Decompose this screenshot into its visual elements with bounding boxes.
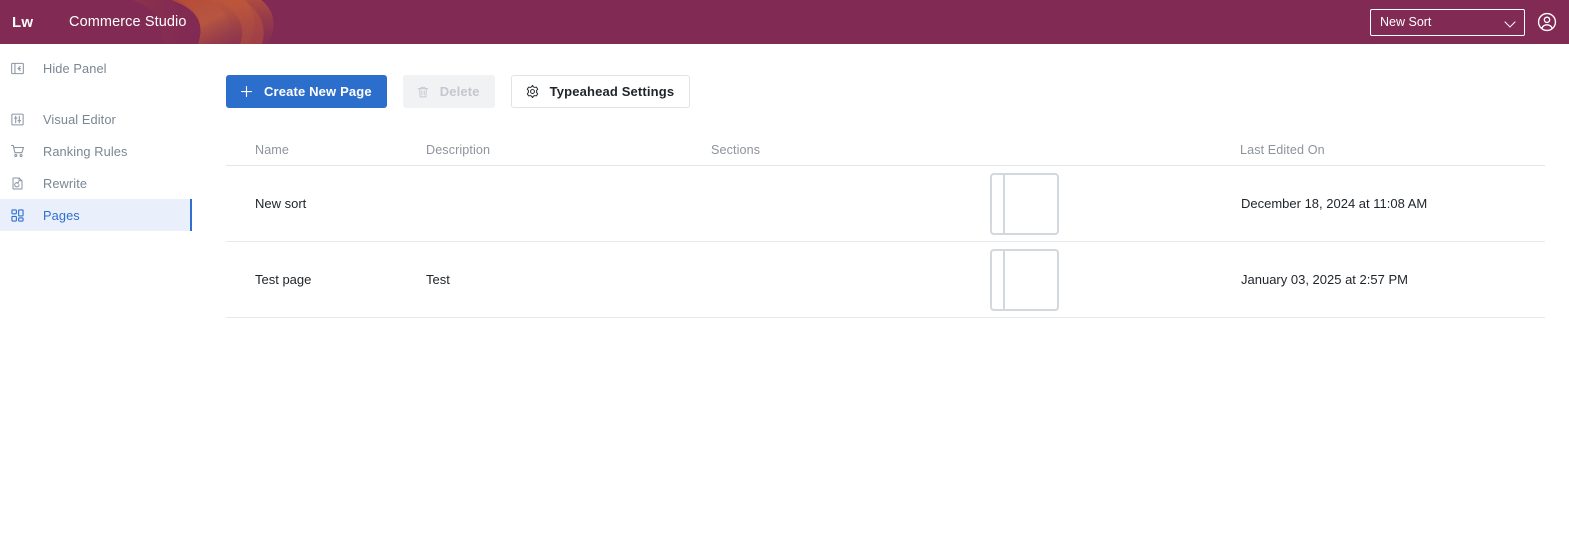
sidebar-divider-space xyxy=(0,84,192,103)
cell-name: New sort xyxy=(255,196,307,211)
table-row[interactable]: Test page Test January 03, 2025 at 2:57 … xyxy=(226,242,1545,318)
column-header-last-edited-on: Last Edited On xyxy=(1240,142,1325,157)
header-right-controls: New Sort xyxy=(1370,0,1559,44)
cell-last-edited-on: December 18, 2024 at 11:08 AM xyxy=(1241,196,1428,211)
header-decoration xyxy=(132,0,274,44)
column-header-sections: Sections xyxy=(711,142,761,157)
account-circle-icon[interactable] xyxy=(1535,10,1559,34)
sidebar-item-rewrite-label: Rewrite xyxy=(43,175,88,191)
table-header-row: Name Description Sections Last Edited On xyxy=(226,134,1545,166)
grid-icon xyxy=(9,207,26,224)
thumbnail-right-column xyxy=(1005,251,1057,309)
column-header-description: Description xyxy=(426,142,491,157)
sort-select-value: New Sort xyxy=(1380,14,1432,29)
sidebar-item-ranking-rules-label: Ranking Rules xyxy=(43,143,128,159)
chevron-down-icon xyxy=(1506,17,1516,27)
two-column-layout-thumbnail[interactable] xyxy=(990,172,1059,235)
sidebar-item-visual-editor[interactable]: Visual Editor xyxy=(0,103,192,135)
sidebar-item-ranking-rules[interactable]: Ranking Rules xyxy=(0,135,192,167)
thumbnail-right-column xyxy=(1005,175,1057,233)
create-new-page-button[interactable]: Create New Page xyxy=(226,75,387,108)
sidebar-item-pages[interactable]: Pages xyxy=(0,199,192,231)
toolbar: Create New Page Delete Typeahead Setting… xyxy=(226,75,1553,108)
typeahead-settings-label: Typeahead Settings xyxy=(549,84,675,99)
cart-icon xyxy=(9,143,26,160)
body-wrapper: Hide Panel Visual Editor Ranking Rules R… xyxy=(0,44,1569,558)
sliders-icon xyxy=(9,111,26,128)
sidebar: Hide Panel Visual Editor Ranking Rules R… xyxy=(0,44,192,558)
trash-icon xyxy=(416,85,430,99)
cell-last-edited-on: January 03, 2025 at 2:57 PM xyxy=(1241,272,1408,287)
cell-sections xyxy=(711,248,1111,311)
create-new-page-label: Create New Page xyxy=(264,84,372,99)
two-column-layout-thumbnail[interactable] xyxy=(990,248,1059,311)
column-header-name: Name xyxy=(255,142,289,157)
sidebar-item-hide-panel[interactable]: Hide Panel xyxy=(0,52,192,84)
sidebar-item-rewrite[interactable]: Rewrite xyxy=(0,167,192,199)
brand-logo[interactable]: Lw xyxy=(12,14,38,31)
typeahead-settings-button[interactable]: Typeahead Settings xyxy=(510,75,691,108)
sidebar-item-pages-label: Pages xyxy=(43,207,80,223)
gear-icon xyxy=(525,84,540,99)
pages-table: Name Description Sections Last Edited On… xyxy=(226,134,1545,318)
cell-sections xyxy=(711,172,1111,235)
thumbnail-left-column xyxy=(992,174,1005,233)
plus-icon xyxy=(239,84,254,99)
thumbnail-left-column xyxy=(992,250,1005,309)
table-row[interactable]: New sort December 18, 2024 at 11:08 AM xyxy=(226,166,1545,242)
app-title: Commerce Studio xyxy=(69,14,187,30)
cell-description: Test xyxy=(426,272,450,287)
sidebar-item-hide-panel-label: Hide Panel xyxy=(43,60,107,76)
main-content: Create New Page Delete Typeahead Setting… xyxy=(192,44,1569,558)
collapse-panel-icon xyxy=(9,60,26,77)
delete-button[interactable]: Delete xyxy=(402,75,495,108)
sort-select[interactable]: New Sort xyxy=(1370,8,1525,36)
sidebar-item-visual-editor-label: Visual Editor xyxy=(43,111,116,127)
delete-label: Delete xyxy=(439,84,480,99)
app-header: Lw Commerce Studio New Sort xyxy=(0,0,1569,44)
rewrite-icon xyxy=(9,175,26,192)
cell-name: Test page xyxy=(255,272,312,287)
